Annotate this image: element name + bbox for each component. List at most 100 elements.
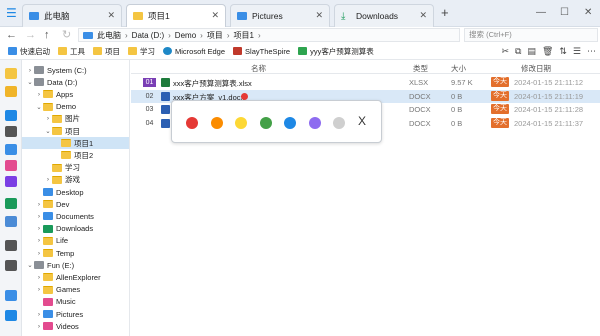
- tab-pictures[interactable]: Pictures ✕: [230, 4, 330, 27]
- chevron-down-icon[interactable]: ⌄: [44, 127, 52, 135]
- address-bar[interactable]: 此电脑 › Data (D:) › Demo › 项目 › 项目1 ›: [78, 28, 460, 42]
- close-icon[interactable]: ✕: [419, 10, 427, 21]
- file-row[interactable]: 01 xxx客户预算测算表.xlsx XLSX 9.57 K 今天 2024-01-15 …: [131, 76, 600, 89]
- chevron-right-icon[interactable]: ›: [35, 274, 43, 281]
- desktop-icon[interactable]: [5, 110, 17, 121]
- tree-item[interactable]: Music: [22, 296, 129, 308]
- chevron-right-icon[interactable]: ›: [35, 201, 43, 208]
- pictures-icon[interactable]: [5, 144, 17, 155]
- tree-item[interactable]: › Documents: [22, 210, 129, 222]
- download-icon[interactable]: [5, 198, 17, 209]
- tab-this-pc[interactable]: 此电脑 ✕: [22, 4, 122, 27]
- column-name[interactable]: 名称: [251, 63, 266, 74]
- paste-icon[interactable]: ▤: [527, 46, 536, 57]
- close-icon[interactable]: ✕: [107, 10, 115, 21]
- breadcrumb-data-drive[interactable]: Data (D:): [132, 31, 164, 40]
- folder-icon[interactable]: [5, 68, 17, 79]
- popup-close-button[interactable]: X: [358, 114, 366, 128]
- tab-project1[interactable]: 项目1 ✕: [126, 4, 226, 27]
- file-name[interactable]: xxx客户预算测算表.xlsx: [173, 78, 252, 89]
- tree-item[interactable]: ⌄ 项目: [22, 125, 129, 137]
- color-swatch[interactable]: [186, 117, 198, 129]
- document-icon[interactable]: [5, 216, 17, 227]
- tree-item[interactable]: › Dev: [22, 198, 129, 210]
- minimize-button[interactable]: —: [536, 5, 546, 21]
- color-swatch[interactable]: [284, 117, 296, 129]
- terminal-icon[interactable]: [5, 126, 17, 137]
- forward-arrow-icon[interactable]: →: [25, 27, 36, 43]
- tree-item[interactable]: › 游戏: [22, 174, 129, 186]
- color-swatch[interactable]: [235, 117, 247, 129]
- drive-icon[interactable]: [5, 260, 17, 271]
- tree-item[interactable]: › Pictures: [22, 308, 129, 320]
- tree-item[interactable]: › Videos: [22, 320, 129, 332]
- chevron-right-icon[interactable]: ›: [35, 237, 43, 244]
- up-arrow-icon[interactable]: ↑: [44, 27, 50, 43]
- view-icon[interactable]: ☰: [573, 46, 581, 57]
- tree-item[interactable]: 项目2: [22, 149, 129, 161]
- color-swatch[interactable]: [308, 117, 321, 129]
- more-icon[interactable]: ⋯: [587, 46, 596, 57]
- chevron-right-icon[interactable]: ›: [35, 213, 43, 220]
- bookmark-project[interactable]: 项目: [93, 46, 120, 57]
- chevron-down-icon[interactable]: ⌄: [35, 103, 43, 111]
- column-size[interactable]: 大小: [451, 63, 466, 74]
- cut-icon[interactable]: ✂: [501, 46, 509, 57]
- tree-item[interactable]: › AllenExplorer: [22, 271, 129, 283]
- tree-item[interactable]: Desktop: [22, 186, 129, 198]
- music-icon[interactable]: [5, 160, 17, 171]
- close-icon[interactable]: ✕: [211, 10, 219, 21]
- tree-item[interactable]: › 图片: [22, 113, 129, 125]
- new-tab-button[interactable]: +: [441, 5, 449, 21]
- column-type[interactable]: 类型: [413, 63, 428, 74]
- video-icon[interactable]: [5, 176, 17, 187]
- copy-icon[interactable]: ⧉: [515, 46, 521, 57]
- bookmark-study[interactable]: 学习: [128, 46, 155, 57]
- chevron-right-icon[interactable]: ›: [35, 225, 43, 232]
- maximize-button[interactable]: ☐: [560, 5, 569, 21]
- tree-item[interactable]: ⌄ Data (D:): [22, 76, 129, 88]
- tab-downloads[interactable]: ⤓ Downloads ✕: [334, 4, 434, 27]
- computer-icon[interactable]: [5, 290, 17, 301]
- tree-item[interactable]: 学习: [22, 162, 129, 174]
- close-window-button[interactable]: ✕: [584, 5, 592, 21]
- breadcrumb-project1[interactable]: 项目1: [233, 30, 253, 41]
- tree-item[interactable]: › Apps: [22, 88, 129, 100]
- network-icon[interactable]: [5, 310, 17, 321]
- tree-item[interactable]: › System (C:): [22, 64, 129, 76]
- chevron-right-icon[interactable]: ›: [35, 250, 43, 257]
- star-icon[interactable]: [5, 86, 17, 97]
- tree-item[interactable]: › Temp: [22, 247, 129, 259]
- app-menu-icon[interactable]: ☰: [6, 5, 17, 21]
- tree-item[interactable]: › Downloads: [22, 223, 129, 235]
- sort-icon[interactable]: ⇅: [559, 46, 567, 57]
- refresh-icon[interactable]: ↻: [62, 27, 71, 43]
- chevron-right-icon[interactable]: ›: [26, 67, 34, 74]
- color-swatch[interactable]: [210, 117, 223, 129]
- tree-item[interactable]: › Life: [22, 235, 129, 247]
- bookmark-budget-sheet[interactable]: yyy客户预算测算表: [298, 46, 374, 57]
- color-swatch[interactable]: [259, 117, 272, 129]
- drive-icon[interactable]: [5, 240, 17, 251]
- bookmark-quick-launch[interactable]: 快速启动: [8, 46, 50, 57]
- chevron-right-icon[interactable]: ›: [44, 176, 52, 183]
- breadcrumb-this-pc[interactable]: 此电脑: [97, 30, 121, 41]
- tree-item[interactable]: ⌄ Demo: [22, 101, 129, 113]
- column-modified[interactable]: 修改日期: [521, 63, 551, 74]
- bookmark-slaythespire[interactable]: SlayTheSpire: [233, 47, 290, 56]
- tree-item[interactable]: 项目1: [22, 137, 129, 150]
- bookmark-tools[interactable]: 工具: [58, 46, 85, 57]
- chevron-right-icon[interactable]: ›: [44, 115, 52, 122]
- chevron-right-icon[interactable]: ›: [35, 323, 43, 330]
- breadcrumb-demo[interactable]: Demo: [175, 31, 196, 40]
- breadcrumb-project[interactable]: 项目: [207, 30, 223, 41]
- chevron-down-icon[interactable]: ⌄: [26, 261, 34, 269]
- close-icon[interactable]: ✕: [315, 10, 323, 21]
- delete-icon[interactable]: 🗑: [542, 46, 553, 57]
- tree-item[interactable]: ⌄ Fun (E:): [22, 259, 129, 271]
- tree-item[interactable]: › Games: [22, 284, 129, 296]
- chevron-down-icon[interactable]: ⌄: [26, 78, 34, 86]
- color-swatch[interactable]: [333, 117, 345, 129]
- chevron-right-icon[interactable]: ›: [35, 286, 43, 293]
- search-input[interactable]: 搜索 (Ctrl+F): [464, 28, 598, 42]
